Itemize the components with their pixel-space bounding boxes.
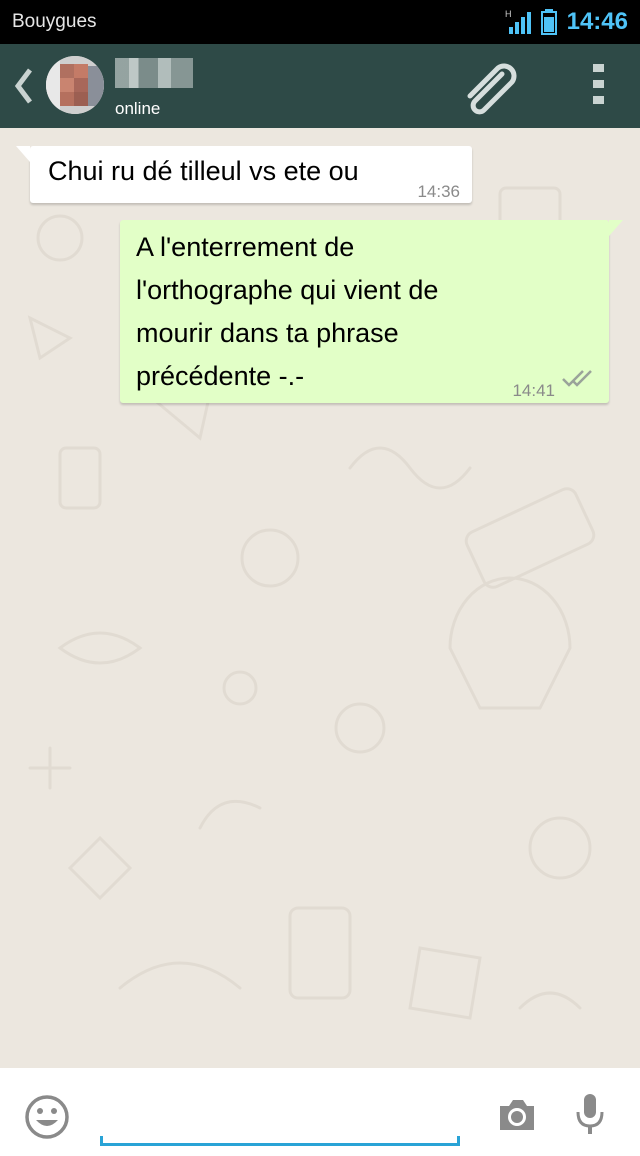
microphone-icon[interactable]: [574, 1092, 606, 1136]
message-input-bar: [0, 1068, 640, 1156]
emoji-icon[interactable]: [24, 1094, 70, 1140]
contact-status: online: [115, 99, 161, 118]
message-input-field[interactable]: [100, 1084, 464, 1142]
paperclip-icon[interactable]: [462, 58, 524, 120]
message-line: A l'enterrement de: [136, 232, 355, 262]
signal-icon: H: [505, 9, 531, 34]
battery-icon: [540, 9, 557, 35]
message-line: mourir dans ta phrase: [136, 318, 399, 348]
avatar[interactable]: [46, 56, 104, 114]
message-time: 14:36: [417, 182, 460, 201]
camera-icon[interactable]: [496, 1094, 538, 1136]
message-line: l'orthographe qui vient de: [136, 275, 439, 305]
message-text: Chui ru dé tilleul vs ete ou: [48, 156, 359, 186]
double-check-icon: [562, 370, 592, 387]
overflow-menu-icon[interactable]: [590, 62, 608, 106]
input-underline: [100, 1136, 460, 1146]
contact-name[interactable]: [115, 58, 193, 88]
message-time: 14:41: [512, 381, 555, 400]
status-indicators: H 14:46: [505, 6, 628, 38]
message-line: précédente -.-: [136, 361, 305, 391]
chat-header: online: [0, 44, 640, 128]
message-input[interactable]: [100, 1084, 464, 1146]
message-outgoing[interactable]: A l'enterrement de l'orthographe qui vie…: [120, 220, 623, 403]
status-clock: 14:46: [566, 8, 628, 35]
chat-area[interactable]: Chui ru dé tilleul vs ete ou 14:36 A l'e…: [0, 128, 640, 1068]
message-incoming[interactable]: Chui ru dé tilleul vs ete ou 14:36: [16, 146, 472, 203]
message-text: A l'enterrement de l'orthographe qui vie…: [136, 226, 556, 398]
status-bar: Bouygues H 14:46: [0, 0, 640, 44]
carrier-name: Bouygues: [12, 11, 97, 32]
back-arrow-icon[interactable]: [12, 66, 36, 106]
network-type-label: H: [505, 9, 512, 19]
